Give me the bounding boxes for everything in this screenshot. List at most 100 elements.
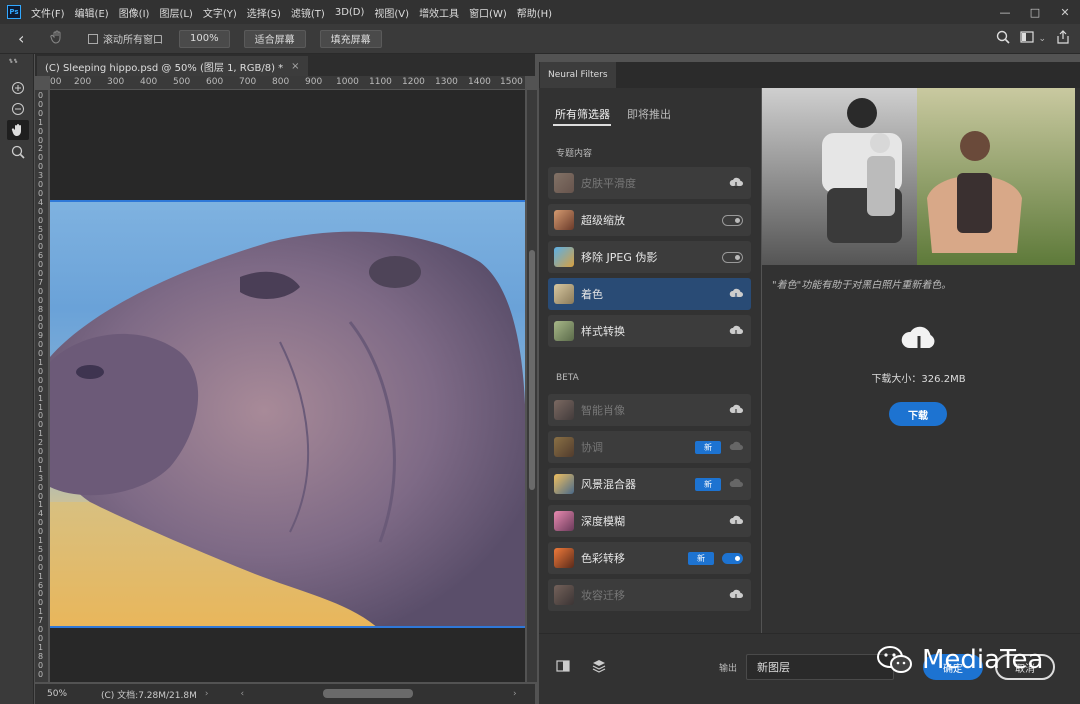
cloud-download-icon[interactable] bbox=[729, 288, 743, 300]
ruler-tick: 0 bbox=[38, 162, 44, 172]
filter-depth-blur[interactable]: 深度模糊 bbox=[548, 505, 751, 537]
close-tab-icon[interactable]: × bbox=[291, 61, 299, 72]
zoom-tool-icon[interactable] bbox=[7, 142, 29, 162]
filter-label: 深度模糊 bbox=[581, 515, 625, 528]
ruler-tick: 0 bbox=[38, 99, 44, 109]
ruler-tick: 0 bbox=[38, 269, 44, 278]
menu-layer[interactable]: 图层(L) bbox=[159, 5, 192, 20]
cloud-download-icon[interactable] bbox=[729, 404, 743, 416]
ruler-tick: 8 bbox=[38, 304, 44, 314]
filter-style-transfer[interactable]: 样式转换 bbox=[548, 315, 751, 347]
status-bar: 50% (C) 文档:7.28M/21.8M › ‹ › bbox=[35, 684, 535, 704]
ruler-tick: 0 bbox=[38, 411, 44, 421]
ruler-tick: 0 bbox=[38, 340, 44, 350]
document-tab[interactable]: (C) Sleeping hippo.psd @ 50% (图层 1, RGB/… bbox=[37, 56, 308, 76]
zoom-level[interactable]: 50% bbox=[47, 689, 87, 699]
share-icon[interactable] bbox=[1056, 30, 1070, 47]
cloud-download-icon[interactable] bbox=[729, 589, 743, 601]
filter-thumbnail bbox=[554, 210, 574, 230]
cloud-download-icon[interactable] bbox=[729, 325, 743, 337]
new-badge: 新 bbox=[695, 477, 721, 491]
panel-grip-icon[interactable]: •• bbox=[9, 58, 18, 67]
filter-label: 超级缩放 bbox=[581, 214, 625, 227]
filter-label: 着色 bbox=[581, 288, 603, 301]
ruler-tick: 1500 bbox=[500, 77, 523, 87]
filter-jpeg-artifact-removal[interactable]: 移除 JPEG 伪影 bbox=[548, 241, 751, 273]
filter-toggle[interactable] bbox=[722, 214, 743, 226]
tab-all-filters[interactable]: 所有筛选器 bbox=[555, 106, 610, 122]
filter-harmonization[interactable]: 协调 新 bbox=[548, 431, 751, 463]
canvas-area[interactable] bbox=[50, 90, 525, 682]
menu-file[interactable]: 文件(F) bbox=[31, 5, 65, 20]
colorize-preview-image bbox=[762, 88, 1075, 265]
ruler-tick: 8 bbox=[38, 651, 44, 661]
ruler-tick: 800 bbox=[272, 77, 290, 87]
ruler-tick: 0 bbox=[38, 206, 44, 216]
fill-screen-button[interactable]: 填充屏幕 bbox=[319, 29, 382, 48]
cloud-download-icon[interactable] bbox=[729, 515, 743, 527]
neural-filters-tab[interactable]: Neural Filters bbox=[540, 62, 616, 88]
ruler-tick: 0 bbox=[38, 420, 44, 430]
chevron-down-icon[interactable]: ⌄ bbox=[1038, 34, 1046, 44]
back-chevron-icon[interactable]: ‹ bbox=[18, 29, 32, 48]
filter-toggle[interactable] bbox=[722, 251, 743, 263]
menu-plugins[interactable]: 增效工具 bbox=[419, 5, 459, 20]
output-label: 输出 bbox=[719, 664, 738, 674]
filter-color-transfer[interactable]: 色彩转移 新 bbox=[548, 542, 751, 574]
search-icon[interactable] bbox=[996, 30, 1011, 47]
tab-coming-soon[interactable]: 即将推出 bbox=[627, 106, 671, 122]
cloud-download-icon[interactable] bbox=[729, 177, 743, 189]
ruler-tick: 1100 bbox=[369, 77, 392, 87]
status-arrow-icon[interactable]: › bbox=[205, 689, 209, 699]
hand-tool-icon[interactable] bbox=[50, 30, 66, 47]
layers-icon[interactable] bbox=[591, 658, 607, 674]
ruler-tick: 400 bbox=[140, 77, 158, 87]
ruler-tick: 500 bbox=[173, 77, 191, 87]
workspace-icon[interactable] bbox=[1020, 31, 1035, 46]
filter-makeup-transfer[interactable]: 妆容迁移 bbox=[548, 579, 751, 611]
menu-3d[interactable]: 3D(D) bbox=[335, 7, 365, 18]
cloud-icon bbox=[729, 441, 743, 450]
minimize-icon[interactable]: — bbox=[990, 0, 1020, 24]
menu-filter[interactable]: 滤镜(T) bbox=[291, 5, 325, 20]
menu-help[interactable]: 帮助(H) bbox=[517, 5, 552, 20]
scroll-all-windows-checkbox[interactable] bbox=[88, 33, 98, 44]
section-beta-label: BETA bbox=[556, 373, 579, 383]
filter-thumbnail bbox=[554, 321, 574, 341]
filter-colorize[interactable]: 着色 bbox=[548, 278, 751, 310]
scroll-right-icon[interactable]: › bbox=[513, 689, 517, 699]
filter-landscape-mixer[interactable]: 风景混合器 新 bbox=[548, 468, 751, 500]
ruler-tick: 0 bbox=[38, 153, 44, 163]
scroll-left-icon[interactable]: ‹ bbox=[240, 689, 244, 699]
hand-tool-icon[interactable] bbox=[7, 120, 29, 140]
menu-select[interactable]: 选择(S) bbox=[247, 5, 281, 20]
zoom-100-button[interactable]: 100% bbox=[179, 29, 230, 48]
menu-image[interactable]: 图像(I) bbox=[119, 5, 150, 20]
hippo-photo[interactable] bbox=[50, 200, 525, 628]
menu-edit[interactable]: 编辑(E) bbox=[75, 5, 109, 20]
cloud-icon bbox=[729, 478, 743, 487]
menu-window[interactable]: 窗口(W) bbox=[469, 5, 507, 20]
ruler-tick: 0 bbox=[38, 180, 44, 189]
filter-skin-smoothing[interactable]: 皮肤平滑度 bbox=[548, 167, 751, 199]
filter-toggle[interactable] bbox=[722, 552, 743, 564]
menu-type[interactable]: 文字(Y) bbox=[203, 5, 237, 20]
zoom-in-icon[interactable] bbox=[7, 78, 29, 98]
vertical-scrollbar[interactable] bbox=[527, 90, 537, 682]
filter-smart-portrait[interactable]: 智能肖像 bbox=[548, 394, 751, 426]
menu-view[interactable]: 视图(V) bbox=[374, 5, 409, 20]
filter-super-zoom[interactable]: 超级缩放 bbox=[548, 204, 751, 236]
compare-icon[interactable] bbox=[555, 658, 571, 674]
output-select[interactable]: 新图层 bbox=[746, 654, 894, 680]
ruler-tick: 700 bbox=[239, 77, 257, 87]
close-icon[interactable]: ✕ bbox=[1050, 0, 1080, 24]
ruler-tick: 6 bbox=[38, 580, 44, 590]
ruler-tick: 5 bbox=[38, 224, 44, 234]
fit-screen-button[interactable]: 适合屏幕 bbox=[243, 29, 306, 48]
download-button[interactable]: 下载 bbox=[889, 402, 947, 426]
zoom-out-icon[interactable] bbox=[7, 99, 29, 119]
scroll-thumb[interactable] bbox=[529, 250, 535, 490]
maximize-icon[interactable]: □ bbox=[1020, 0, 1050, 24]
horizontal-scroll-thumb[interactable] bbox=[323, 689, 413, 698]
ruler-tick: 9 bbox=[38, 331, 44, 341]
